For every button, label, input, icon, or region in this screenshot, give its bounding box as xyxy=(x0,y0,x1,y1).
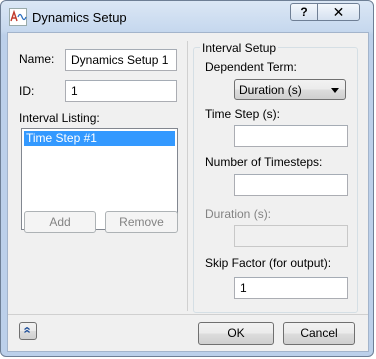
name-label: Name: xyxy=(19,52,55,66)
cancel-button[interactable]: Cancel xyxy=(283,322,355,345)
time-step-input[interactable] xyxy=(234,125,348,147)
dependent-term-value: Duration (s) xyxy=(239,83,302,97)
help-button[interactable]: ? xyxy=(290,3,318,21)
dialog-client-area: Name: Dynamics Setup 1 ID: 1 Interval Li… xyxy=(7,32,369,352)
add-button[interactable]: Add xyxy=(24,211,96,233)
remove-button[interactable]: Remove xyxy=(105,211,178,233)
column-divider xyxy=(187,41,188,311)
close-button[interactable]: ✕ xyxy=(317,3,360,21)
id-label: ID: xyxy=(19,84,35,98)
dependent-term-select[interactable]: Duration (s) xyxy=(234,79,346,100)
double-chevron-up-icon: « xyxy=(20,326,36,334)
chevron-down-icon xyxy=(331,88,339,93)
skip-factor-label: Skip Factor (for output): xyxy=(205,256,332,270)
dependent-term-label: Dependent Term: xyxy=(205,60,297,74)
number-of-timesteps-input[interactable] xyxy=(234,174,348,196)
expand-button[interactable]: « xyxy=(19,322,37,340)
name-input[interactable]: Dynamics Setup 1 xyxy=(65,49,177,71)
dialog-window: Dynamics Setup ? ✕ Name: Dynamics Setup … xyxy=(0,0,374,357)
title-bar[interactable]: Dynamics Setup ? ✕ xyxy=(1,1,375,33)
time-step-label: Time Step (s): xyxy=(205,107,280,121)
window-title: Dynamics Setup xyxy=(32,10,127,25)
list-item[interactable]: Time Step #1 xyxy=(24,131,175,146)
number-of-timesteps-label: Number of Timesteps: xyxy=(205,155,323,169)
dynamics-app-icon xyxy=(9,8,27,26)
duration-input[interactable] xyxy=(234,225,348,247)
duration-label: Duration (s): xyxy=(205,207,272,221)
footer-divider xyxy=(8,314,368,315)
close-icon: ✕ xyxy=(332,4,345,20)
ok-button[interactable]: OK xyxy=(198,322,274,345)
interval-listing-label: Interval Listing: xyxy=(19,111,100,125)
skip-factor-input[interactable]: 1 xyxy=(234,277,348,299)
interval-setup-title: Interval Setup xyxy=(200,41,279,55)
id-input[interactable]: 1 xyxy=(65,80,177,102)
